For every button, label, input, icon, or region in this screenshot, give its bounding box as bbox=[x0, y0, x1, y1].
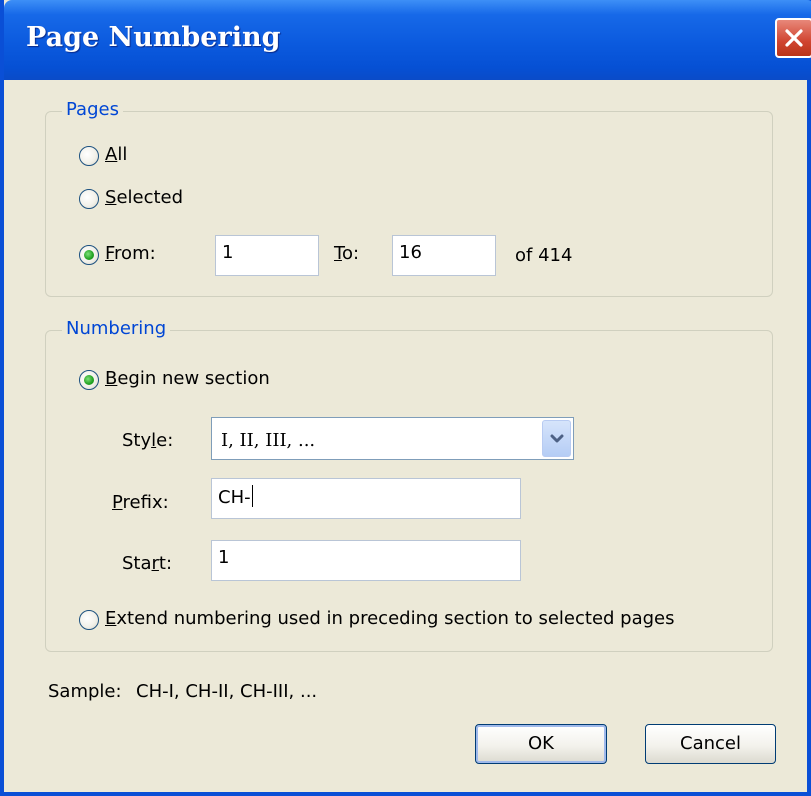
extend-numbering-radio[interactable] bbox=[79, 610, 99, 630]
close-button[interactable] bbox=[775, 18, 811, 58]
page-numbering-dialog: Page Numbering Pages All Selected From: … bbox=[0, 0, 811, 796]
to-input[interactable]: 16 bbox=[392, 235, 496, 276]
ok-button[interactable]: OK bbox=[475, 724, 607, 764]
all-label[interactable]: All bbox=[105, 144, 127, 165]
numbering-legend: Numbering bbox=[62, 318, 171, 339]
page-count-text: of 414 bbox=[515, 245, 573, 266]
start-input[interactable]: 1 bbox=[211, 540, 521, 581]
style-select[interactable]: I, II, III, ... bbox=[211, 417, 574, 460]
style-dropdown-button[interactable] bbox=[542, 420, 571, 457]
start-value: 1 bbox=[218, 547, 230, 568]
from-value: 1 bbox=[222, 242, 234, 263]
all-radio[interactable] bbox=[79, 146, 99, 166]
chevron-down-icon bbox=[550, 434, 564, 443]
selected-label[interactable]: Selected bbox=[105, 187, 183, 208]
text-caret bbox=[251, 485, 253, 507]
extend-numbering-label[interactable]: Extend numbering used in preceding secti… bbox=[105, 608, 675, 629]
from-label[interactable]: From: bbox=[105, 243, 156, 264]
begin-new-section-radio[interactable] bbox=[79, 370, 99, 390]
to-label: To: bbox=[334, 243, 360, 264]
prefix-label: Prefix: bbox=[112, 492, 169, 513]
sample-label: Sample: bbox=[48, 681, 122, 702]
style-select-value: I, II, III, ... bbox=[221, 430, 316, 451]
from-input[interactable]: 1 bbox=[215, 235, 319, 276]
from-radio[interactable] bbox=[79, 245, 99, 265]
cancel-button[interactable]: Cancel bbox=[645, 724, 776, 764]
to-value: 16 bbox=[399, 242, 422, 263]
prefix-value: CH- bbox=[218, 487, 251, 508]
sample-value: CH-I, CH-II, CH-III, ... bbox=[136, 681, 318, 702]
pages-legend: Pages bbox=[62, 99, 123, 120]
start-label: Start: bbox=[122, 553, 173, 574]
style-label: Style: bbox=[122, 430, 174, 451]
close-icon bbox=[785, 29, 803, 47]
window-title: Page Numbering bbox=[26, 22, 281, 53]
selected-radio[interactable] bbox=[79, 189, 99, 209]
title-bar[interactable]: Page Numbering bbox=[4, 0, 811, 80]
begin-new-section-label[interactable]: Begin new section bbox=[105, 368, 270, 389]
prefix-input[interactable]: CH- bbox=[211, 478, 521, 519]
